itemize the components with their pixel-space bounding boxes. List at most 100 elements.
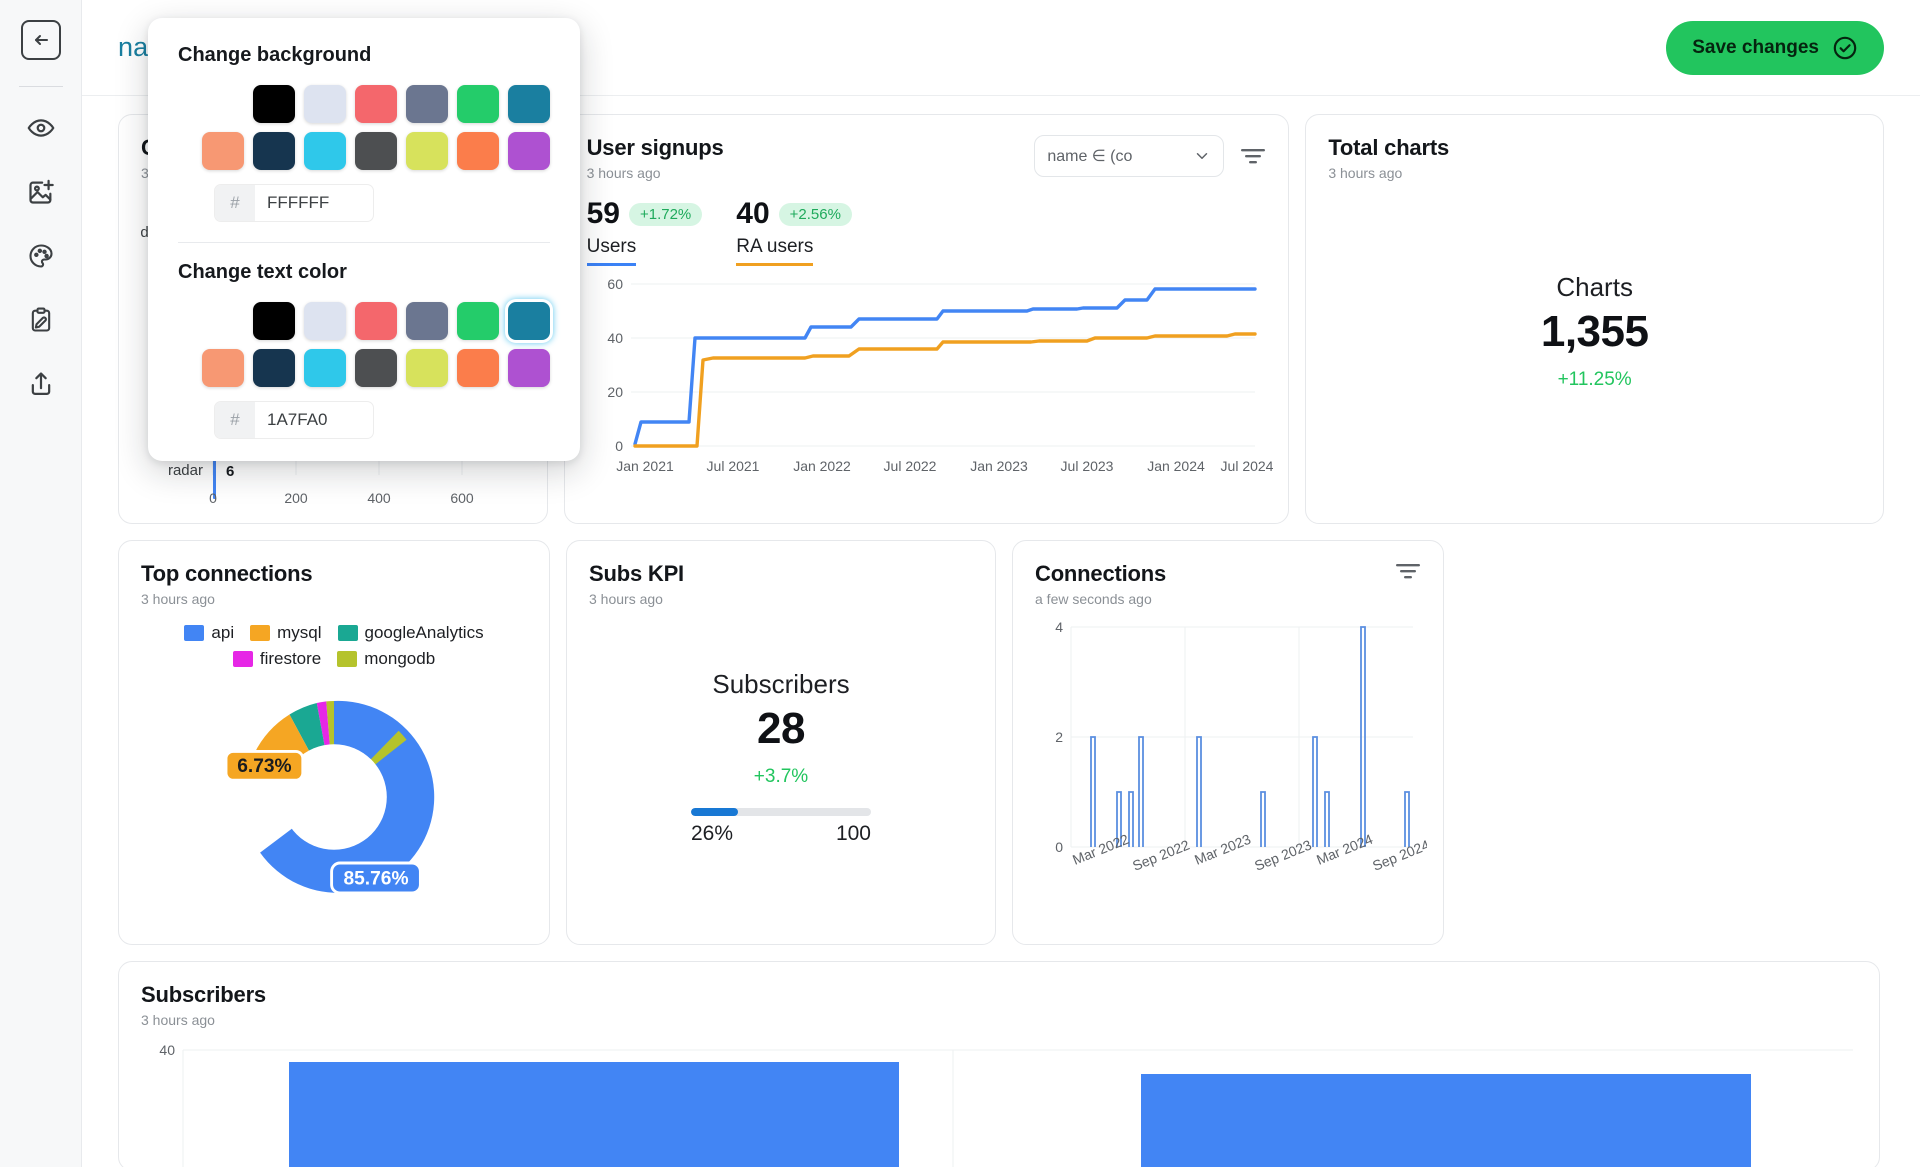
clipboard-edit-icon <box>31 307 50 332</box>
theme-button[interactable] <box>18 233 64 279</box>
popover-divider <box>178 242 550 243</box>
card-timestamp: 3 hours ago <box>141 591 215 607</box>
card-title: Top connections <box>141 561 313 586</box>
change-text-color-title: Change text color <box>178 261 347 283</box>
color-swatch[interactable] <box>304 349 346 387</box>
color-swatch[interactable] <box>406 349 448 387</box>
add-image-button[interactable] <box>18 169 64 215</box>
svg-text:6.73%: 6.73% <box>237 756 291 777</box>
svg-text:Jul 2021: Jul 2021 <box>706 458 759 474</box>
color-swatch[interactable] <box>202 349 244 387</box>
svg-text:0: 0 <box>1055 839 1063 855</box>
background-hex-input[interactable]: # FFFFFF <box>214 184 374 222</box>
text-hex-value[interactable]: 1A7FA0 <box>255 402 373 438</box>
color-swatch[interactable] <box>457 349 499 387</box>
legend-item[interactable]: googleAnalytics <box>337 623 484 643</box>
text-hex-input[interactable]: # 1A7FA0 <box>214 401 374 439</box>
card-total-charts: Total charts 3 hours ago Charts 1,355 +1… <box>1305 114 1884 524</box>
color-swatch[interactable] <box>406 85 448 123</box>
svg-text:Mar 2024: Mar 2024 <box>1314 831 1375 868</box>
kpi-users: 59 +1.72% Users <box>586 197 703 266</box>
donut-legend: api mysql googleAnalytics firestore mong… <box>141 623 527 669</box>
color-swatch[interactable] <box>508 132 550 170</box>
kpi-label[interactable]: RA users <box>736 236 814 266</box>
left-toolbar <box>0 0 82 1167</box>
palette-icon <box>29 244 53 268</box>
svg-text:Jul 2024: Jul 2024 <box>1220 458 1273 474</box>
filter-icon[interactable] <box>1240 146 1266 166</box>
edit-notes-button[interactable] <box>18 297 64 343</box>
color-swatch[interactable] <box>304 85 346 123</box>
color-swatch[interactable] <box>253 132 295 170</box>
card-title: Total charts <box>1328 135 1449 160</box>
card-title: Connections <box>1035 561 1167 586</box>
svg-text:Jul 2023: Jul 2023 <box>1060 458 1113 474</box>
svg-text:Jan 2021: Jan 2021 <box>616 458 674 474</box>
save-changes-button[interactable]: Save changes <box>1666 20 1884 75</box>
legend-item[interactable]: firestore <box>232 649 322 669</box>
legend-item[interactable]: mongodb <box>337 649 435 669</box>
donut-label-api: 85.76% <box>330 861 422 895</box>
save-changes-label: Save changes <box>1692 36 1819 58</box>
color-swatch[interactable] <box>406 132 448 170</box>
color-swatch[interactable] <box>457 132 499 170</box>
legend-item[interactable]: api <box>184 623 234 643</box>
progress-bar: 26% 100 <box>691 807 871 846</box>
eye-icon <box>27 119 54 137</box>
svg-text:Jan 2024: Jan 2024 <box>1147 458 1205 474</box>
check-circle-icon <box>1833 36 1857 59</box>
color-swatch[interactable] <box>253 349 295 387</box>
color-swatch[interactable] <box>355 85 397 123</box>
svg-text:20: 20 <box>607 384 623 400</box>
hash-symbol: # <box>215 185 255 221</box>
signup-kpis: 59 +1.72% Users 40 +2.56% RA users <box>586 197 1267 266</box>
progress-track <box>691 807 871 816</box>
color-swatch[interactable] <box>253 85 295 123</box>
color-swatch[interactable] <box>304 302 346 340</box>
svg-text:400: 400 <box>367 490 391 506</box>
kpi-value: 59 <box>586 197 620 230</box>
kpi-delta: +3.7% <box>753 765 809 787</box>
color-swatch[interactable] <box>304 132 346 170</box>
color-swatch[interactable] <box>508 85 550 123</box>
svg-text:200: 200 <box>284 490 308 506</box>
legend-label: firestore <box>259 649 322 668</box>
share-upload-icon <box>31 372 50 396</box>
svg-text:40: 40 <box>159 1042 175 1058</box>
card-timestamp: 3 hours ago <box>141 1012 215 1028</box>
color-swatch[interactable] <box>202 132 244 170</box>
legend-label: mongodb <box>364 649 436 668</box>
background-hex-value[interactable]: FFFFFF <box>255 185 373 221</box>
svg-text:radar: radar <box>168 462 203 479</box>
color-swatch[interactable] <box>355 302 397 340</box>
card-connections: Connections a few seconds ago 4 2 0 Mar … <box>1012 540 1444 945</box>
kpi-label: Subscribers <box>712 668 850 699</box>
color-swatch[interactable] <box>457 302 499 340</box>
svg-text:4: 4 <box>1055 619 1063 635</box>
legend-item[interactable]: mysql <box>250 623 322 643</box>
svg-text:Jul 2022: Jul 2022 <box>883 458 936 474</box>
color-settings-popover: Change background # FFFFFF Change text c… <box>148 18 580 461</box>
svg-text:600: 600 <box>450 490 474 506</box>
color-swatch[interactable] <box>355 349 397 387</box>
preview-button[interactable] <box>18 105 64 151</box>
legend-label: api <box>211 623 235 642</box>
color-swatch[interactable] <box>508 302 550 340</box>
filter-icon[interactable] <box>1395 561 1421 581</box>
color-swatch[interactable] <box>355 132 397 170</box>
legend-label: mysql <box>277 623 322 642</box>
back-button[interactable] <box>20 20 61 60</box>
kpi-value: 1,355 <box>1540 306 1649 356</box>
color-swatch[interactable] <box>406 302 448 340</box>
color-swatch[interactable] <box>253 302 295 340</box>
card-user-signups: User signups 3 hours ago name ∈ (co 59 +… <box>563 114 1290 524</box>
swatch-row <box>253 302 550 340</box>
swatch-row <box>202 132 550 170</box>
kpi-label[interactable]: Users <box>586 236 637 266</box>
color-swatch[interactable] <box>508 349 550 387</box>
progress-current: 26% <box>691 821 734 845</box>
filter-select[interactable]: name ∈ (co <box>1034 135 1225 177</box>
share-button[interactable] <box>18 361 64 407</box>
color-swatch[interactable] <box>457 85 499 123</box>
svg-text:85.76%: 85.76% <box>343 869 408 890</box>
